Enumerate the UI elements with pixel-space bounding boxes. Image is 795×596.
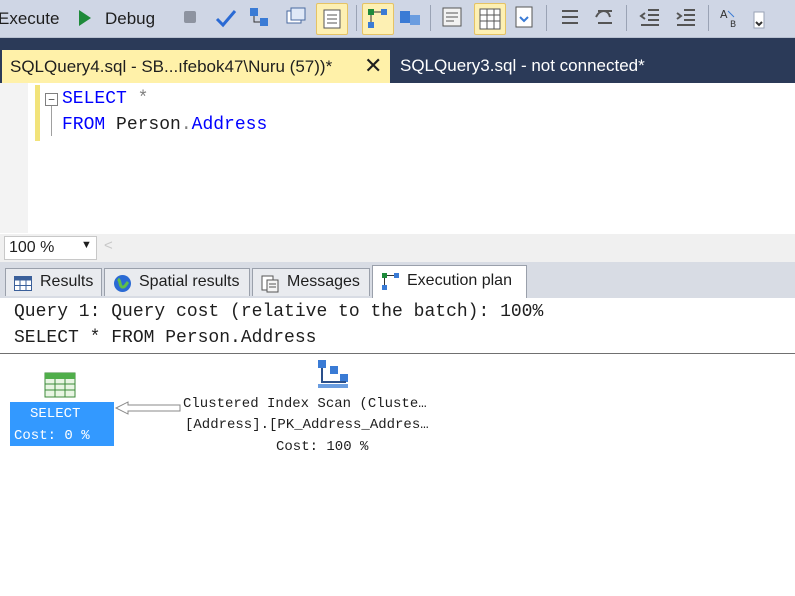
results-to-text-icon[interactable] bbox=[440, 5, 464, 29]
editor-zoom-row: 100 % ▼ < bbox=[0, 234, 795, 262]
tab-messages[interactable]: Messages bbox=[252, 268, 370, 296]
table-token: Address bbox=[191, 115, 268, 135]
editor-gutter bbox=[0, 83, 28, 233]
tab-sqlquery3[interactable]: SQLQuery3.sql - not connected* bbox=[400, 56, 645, 76]
toolbar-separator bbox=[708, 5, 709, 31]
select-node-title: SELECT bbox=[30, 406, 81, 422]
results-grid-icon bbox=[479, 8, 501, 30]
decrease-indent-icon[interactable] bbox=[638, 5, 662, 29]
scan-node-line1: Clustered Index Scan (Cluste… bbox=[183, 396, 427, 412]
keyword-select: SELECT bbox=[62, 89, 127, 109]
collapse-icon[interactable]: − bbox=[45, 93, 58, 106]
plan-divider bbox=[0, 353, 795, 354]
schema-token: Person bbox=[116, 115, 181, 135]
zoom-value: 100 % bbox=[9, 239, 55, 256]
scroll-left-icon[interactable]: < bbox=[104, 237, 113, 254]
zoom-select[interactable]: 100 % ▼ bbox=[4, 236, 97, 260]
client-statistics-icon[interactable] bbox=[398, 5, 422, 29]
select-operator-node[interactable]: SELECT Cost: 0 % bbox=[10, 402, 114, 446]
scan-node-line2: [Address].[PK_Address_Addres… bbox=[185, 417, 429, 433]
change-indicator-bar bbox=[35, 85, 40, 141]
toolbar-overflow-icon[interactable] bbox=[752, 10, 766, 30]
keyword-from: FROM bbox=[62, 115, 106, 135]
sql-toolbar: Execute Debug AB bbox=[0, 0, 795, 38]
query-cost-header: Query 1: Query cost (relative to the bat… bbox=[14, 302, 544, 322]
messages-icon bbox=[261, 275, 279, 293]
tab-results-label: Results bbox=[40, 273, 94, 290]
results-to-file-icon[interactable] bbox=[512, 5, 536, 29]
scan-node-cost: Cost: 100 % bbox=[276, 439, 369, 455]
dot-token: . bbox=[180, 115, 192, 135]
close-icon[interactable]: ✕ bbox=[364, 54, 382, 78]
uncomment-lines-icon[interactable] bbox=[592, 5, 616, 29]
execution-plan-icon bbox=[368, 9, 387, 28]
display-estimated-plan-icon[interactable] bbox=[284, 5, 308, 29]
checkmark-icon[interactable] bbox=[214, 7, 238, 29]
code-line-1: SELECT * bbox=[62, 89, 148, 109]
svg-text:A: A bbox=[720, 8, 728, 21]
tab-sqlquery4-label: SQLQuery4.sql - SB...ıfebok47\Nuru (57))… bbox=[10, 57, 333, 76]
toolbar-separator bbox=[626, 5, 627, 31]
table-icon bbox=[14, 276, 32, 291]
document-icon bbox=[323, 9, 341, 29]
execution-plan-icon bbox=[382, 273, 399, 290]
svg-text:B: B bbox=[730, 20, 736, 29]
tab-spatial-results[interactable]: Spatial results bbox=[104, 268, 250, 296]
code-line-2: FROM Person.Address bbox=[62, 115, 267, 135]
execute-button[interactable]: Execute bbox=[0, 8, 59, 30]
parse-icon[interactable] bbox=[248, 5, 272, 29]
clustered-index-scan-icon[interactable] bbox=[316, 358, 350, 390]
play-icon[interactable] bbox=[77, 9, 93, 27]
toolbar-separator bbox=[546, 5, 547, 31]
toolbar-separator bbox=[356, 5, 357, 31]
star-token: * bbox=[137, 89, 149, 109]
debug-button[interactable]: Debug bbox=[105, 8, 155, 30]
increase-indent-icon[interactable] bbox=[674, 5, 698, 29]
select-node-cost: Cost: 0 % bbox=[14, 428, 90, 444]
spatial-globe-icon bbox=[114, 275, 131, 292]
stop-icon[interactable] bbox=[184, 11, 196, 23]
tab-results[interactable]: Results bbox=[5, 268, 102, 296]
tab-spatial-results-label: Spatial results bbox=[139, 273, 240, 290]
tab-messages-label: Messages bbox=[287, 273, 360, 290]
specify-template-values-icon[interactable]: AB bbox=[718, 5, 742, 29]
execution-plan-pane: Query 1: Query cost (relative to the bat… bbox=[0, 298, 795, 596]
comment-lines-icon[interactable] bbox=[558, 5, 582, 29]
tab-execution-plan[interactable]: Execution plan bbox=[372, 265, 527, 298]
results-to-grid-button[interactable] bbox=[474, 3, 506, 35]
outline-line bbox=[51, 106, 52, 136]
query-editor[interactable]: − SELECT * FROM Person.Address bbox=[0, 83, 795, 233]
tab-sqlquery4[interactable]: SQLQuery4.sql - SB...ıfebok47\Nuru (57))… bbox=[2, 50, 390, 83]
results-tab-bar: Results Spatial results Messages Executi… bbox=[0, 262, 795, 298]
toolbar-separator bbox=[430, 5, 431, 31]
query-text: SELECT * FROM Person.Address bbox=[14, 328, 317, 348]
results-to-file-button[interactable] bbox=[316, 3, 348, 35]
tab-execution-plan-label: Execution plan bbox=[407, 272, 512, 289]
chevron-down-icon[interactable]: ▼ bbox=[81, 239, 92, 251]
include-actual-plan-button[interactable] bbox=[362, 3, 394, 35]
select-operator-icon[interactable] bbox=[44, 372, 76, 398]
data-flow-arrow bbox=[114, 401, 181, 415]
